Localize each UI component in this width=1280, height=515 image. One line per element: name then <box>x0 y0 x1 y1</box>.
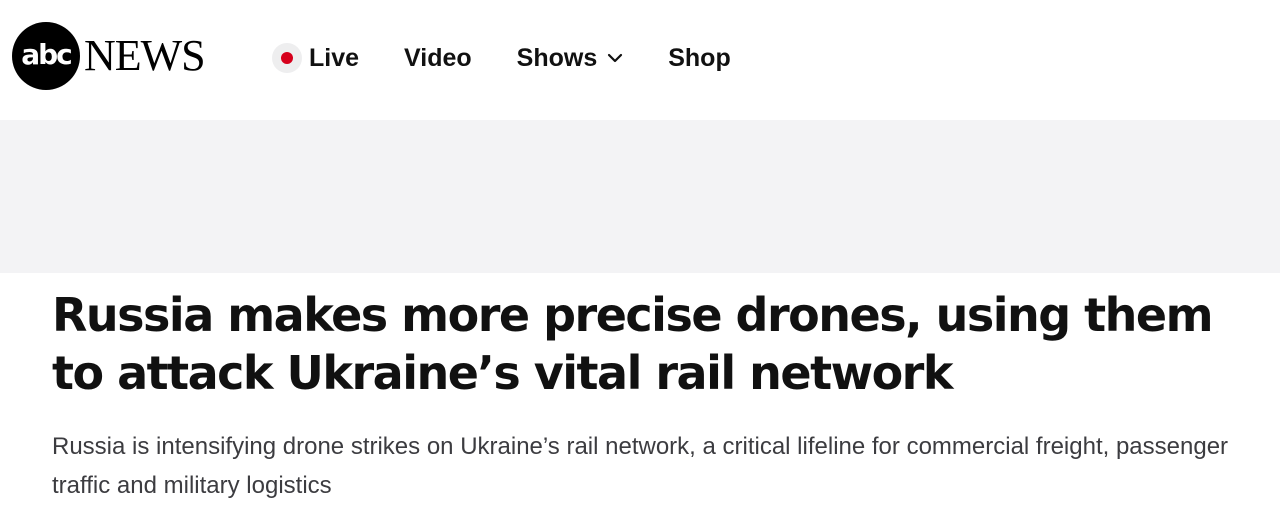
main-nav: Live Video Shows Shop <box>272 40 776 76</box>
nav-video-label: Video <box>404 43 472 72</box>
nav-shows-label: Shows <box>516 43 598 72</box>
abc-logo-mark: abc <box>12 22 80 90</box>
article-subheadline: Russia is intensifying drone strikes on … <box>52 433 1229 499</box>
chevron-down-icon <box>607 53 623 63</box>
nav-video[interactable]: Video <box>404 44 472 73</box>
article-headline: Russia makes more precise drones, using … <box>52 288 1214 400</box>
nav-live-label: Live <box>309 43 360 72</box>
site-header: abc NEWS Live Video Shows Shop <box>0 0 1280 120</box>
news-wordmark: NEWS <box>84 31 206 80</box>
live-dot-icon <box>272 43 302 73</box>
nav-shows[interactable]: Shows <box>517 44 624 73</box>
abc-news-logo[interactable]: abc NEWS <box>12 22 206 90</box>
ad-placeholder <box>0 120 1280 273</box>
nav-live[interactable]: Live <box>272 43 359 73</box>
nav-shop-label: Shop <box>668 43 731 72</box>
abc-logo-mark-text: abc <box>21 37 73 71</box>
nav-shop[interactable]: Shop <box>668 44 731 73</box>
